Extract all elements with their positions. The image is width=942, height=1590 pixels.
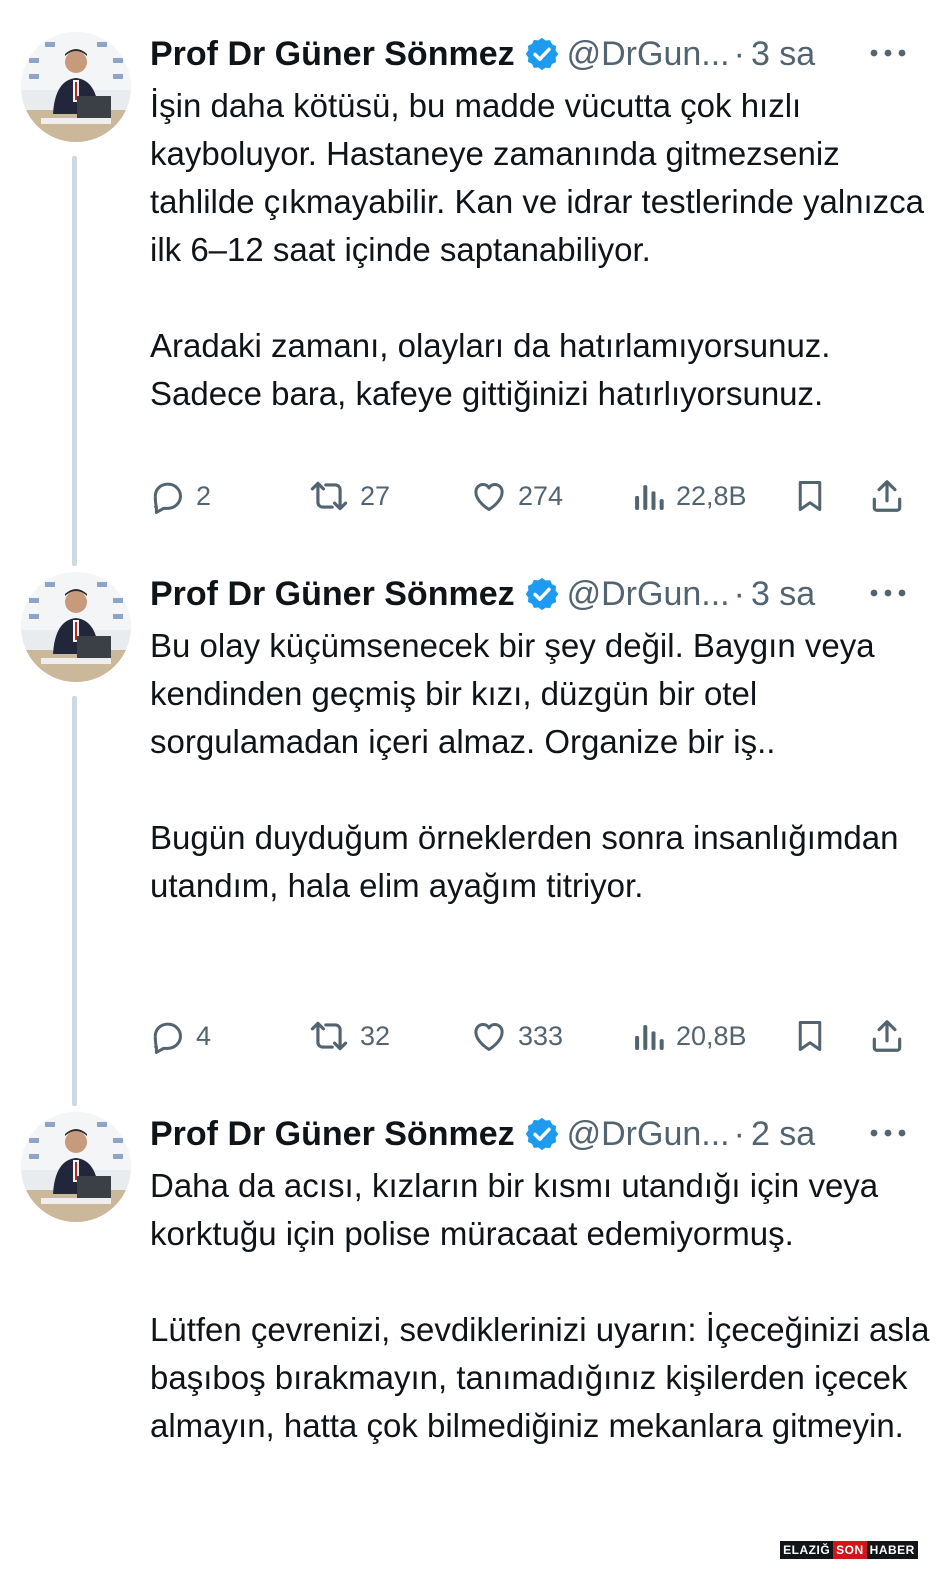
like-count: 333: [518, 1020, 564, 1051]
retweet-count: 32: [360, 1020, 391, 1051]
tweet-text: Daha da acısı, kızların bir kısmı utandı…: [150, 1162, 930, 1450]
like-button[interactable]: 333: [470, 1014, 563, 1058]
retweet-icon: [310, 1021, 348, 1051]
tweet-paragraph: Bugün duyduğum örneklerden sonra insanlı…: [150, 819, 899, 904]
views-icon: [635, 485, 664, 510]
retweet-icon: [310, 481, 348, 511]
bookmark-icon: [798, 481, 822, 511]
views-button[interactable]: 20,8B: [632, 1014, 747, 1058]
author-name[interactable]: Prof Dr Güner Sönmez: [150, 572, 515, 616]
avatar[interactable]: [21, 1112, 131, 1222]
tweet-paragraph: Daha da acısı, kızların bir kısmı utandı…: [150, 1167, 879, 1252]
tweet-time[interactable]: 2 sa: [751, 1112, 815, 1156]
views-count: 20,8B: [676, 1020, 747, 1051]
views-button[interactable]: 22,8B: [632, 474, 747, 518]
author-handle[interactable]: @DrGun...: [567, 32, 730, 76]
avatar[interactable]: [21, 572, 131, 682]
more-options-icon[interactable]: [868, 1118, 908, 1148]
tweet-actions: 4 32 333 20,8B: [0, 1014, 942, 1058]
more-options-icon[interactable]: [868, 38, 908, 68]
verified-badge-icon: [523, 35, 561, 73]
share-icon: [872, 1020, 902, 1052]
separator-dot: ·: [733, 35, 745, 73]
reply-button[interactable]: 4: [148, 1014, 211, 1058]
reply-count: 2: [196, 480, 212, 511]
retweet-button[interactable]: 32: [308, 1014, 390, 1058]
bookmark-icon: [798, 1021, 822, 1051]
reply-count: 4: [196, 1020, 212, 1051]
watermark-logo: ELAZIĞ SON HABER: [780, 1541, 918, 1559]
author-handle[interactable]: @DrGun...: [567, 572, 730, 616]
like-icon: [474, 482, 504, 511]
views-icon: [635, 1025, 664, 1050]
share-icon: [872, 480, 902, 512]
tweet-time[interactable]: 3 sa: [751, 32, 815, 76]
share-button[interactable]: [868, 474, 906, 518]
retweet-count: 27: [360, 480, 391, 511]
like-button[interactable]: 274: [470, 474, 563, 518]
tweet-actions: 2 27 274 22,8B: [0, 474, 942, 518]
like-icon: [474, 1022, 504, 1051]
tweet-paragraph: Aradaki zamanı, olayları da hatırlamıyor…: [150, 327, 831, 412]
author-name[interactable]: Prof Dr Güner Sönmez: [150, 32, 515, 76]
reply-icon: [153, 1022, 182, 1054]
tweet-header: Prof Dr Güner Sönmez @DrGun... · 3 sa: [150, 572, 815, 616]
author-handle[interactable]: @DrGun...: [567, 1112, 730, 1156]
more-options-icon[interactable]: [868, 578, 908, 608]
views-count: 22,8B: [676, 480, 747, 511]
tweet-paragraph: Bu olay küçümsenecek bir şey değil. Bayg…: [150, 627, 875, 760]
share-button[interactable]: [868, 1014, 906, 1058]
watermark-text: HABER: [869, 1543, 915, 1557]
tweet-time[interactable]: 3 sa: [751, 572, 815, 616]
watermark-text: SON: [833, 1541, 867, 1559]
reply-button[interactable]: 2: [148, 474, 211, 518]
retweet-button[interactable]: 27: [308, 474, 390, 518]
author-name[interactable]: Prof Dr Güner Sönmez: [150, 1112, 515, 1156]
watermark-text: ELAZIĞ: [783, 1543, 831, 1557]
verified-badge-icon: [523, 575, 561, 613]
tweet-header: Prof Dr Güner Sönmez @DrGun... · 2 sa: [150, 1112, 815, 1156]
bookmark-button[interactable]: [792, 474, 828, 518]
tweet-paragraph: İşin daha kötüsü, bu madde vücutta çok h…: [150, 87, 925, 268]
tweet-text: Bu olay küçümsenecek bir şey değil. Bayg…: [150, 622, 930, 910]
tweet-header: Prof Dr Güner Sönmez @DrGun... · 3 sa: [150, 32, 815, 76]
tweet-paragraph: Lütfen çevrenizi, sevdiklerinizi uyarın:…: [150, 1311, 930, 1444]
reply-icon: [153, 482, 182, 514]
verified-badge-icon: [523, 1115, 561, 1153]
separator-dot: ·: [733, 1115, 745, 1153]
bookmark-button[interactable]: [792, 1014, 828, 1058]
like-count: 274: [518, 480, 564, 511]
separator-dot: ·: [733, 575, 745, 613]
avatar[interactable]: [21, 32, 131, 142]
tweet-text: İşin daha kötüsü, bu madde vücutta çok h…: [150, 82, 930, 418]
